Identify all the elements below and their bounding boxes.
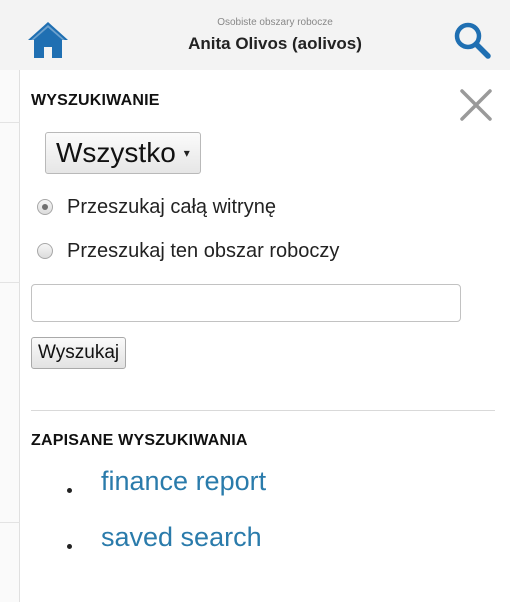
chevron-down-icon: ▾ [183,146,190,160]
bullet-icon [67,544,72,549]
page: Osobiste obszary robocze Anita Olivos (a… [0,0,510,602]
background-divider [0,522,20,523]
saved-search-link[interactable]: finance report [101,466,266,497]
search-heading: WYSZUKIWANIE [31,92,160,109]
workspace-subtitle: Osobiste obszary robocze [217,17,333,28]
list-item: finance report [21,466,510,522]
top-header-bar: Osobiste obszary robocze Anita Olivos (a… [0,0,510,70]
background-page-edge [0,70,20,602]
saved-search-link[interactable]: saved search [101,522,262,553]
radio-button-checked[interactable] [37,199,53,215]
radio-label: Przeszukaj całą witrynę [67,195,276,218]
search-submit-button[interactable]: Wyszukaj [31,337,127,369]
home-icon [28,22,68,58]
search-icon [454,22,491,59]
scope-select-value: Wszystko [56,137,176,168]
list-item: saved search [21,522,510,578]
radio-button[interactable] [37,243,53,259]
background-divider [0,282,20,283]
radio-search-this-workspace[interactable]: Przeszukaj ten obszar roboczy [37,236,339,266]
background-divider [0,122,20,123]
scope-select[interactable]: Wszystko ▾ [45,132,201,174]
radio-search-whole-site[interactable]: Przeszukaj całą witrynę [37,192,276,222]
workspace-title: Anita Olivos (aolivos) [188,34,362,53]
close-button[interactable] [459,88,493,122]
home-button[interactable] [26,20,70,60]
search-input[interactable] [31,284,461,322]
section-divider [31,410,495,411]
bullet-icon [67,488,72,493]
radio-label: Przeszukaj ten obszar roboczy [67,239,340,262]
header-search-button[interactable] [452,20,492,60]
saved-searches-list: finance report saved search [21,466,510,578]
close-icon [460,89,492,121]
search-panel: WYSZUKIWANIE Wszystko ▾ Przeszukaj całą … [21,70,510,602]
saved-searches-heading: ZAPISANE WYSZUKIWANIA [31,432,248,449]
